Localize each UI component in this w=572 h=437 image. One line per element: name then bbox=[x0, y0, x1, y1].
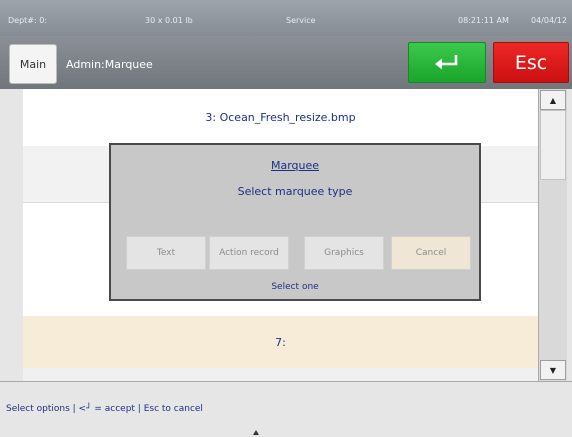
time-indicator: 08:21:11 AM bbox=[458, 16, 509, 25]
dialog-title: Marquee bbox=[270, 159, 320, 172]
list-item[interactable]: 3: Ocean_Fresh_resize.bmp bbox=[23, 89, 538, 147]
dialog-message: Select marquee type bbox=[237, 185, 353, 198]
triangle-up-icon: ▲ bbox=[549, 95, 557, 105]
status-bar: Dept#: 0: 30 x 0.01 lb Service 08:21:11 … bbox=[0, 0, 572, 36]
breadcrumb: Admin:Marquee bbox=[66, 58, 153, 71]
list-item[interactable] bbox=[23, 368, 538, 381]
dialog-hint: Select one bbox=[271, 282, 319, 292]
scroll-down-button[interactable]: ▼ bbox=[540, 360, 566, 380]
marquee-dialog: Marquee Select marquee type Text Action … bbox=[109, 143, 481, 301]
graphics-button[interactable]: Graphics bbox=[304, 236, 384, 270]
enter-arrow-icon bbox=[435, 55, 458, 70]
scrollbar-thumb[interactable] bbox=[540, 110, 566, 180]
scroll-up-button[interactable]: ▲ bbox=[540, 90, 566, 110]
pointer-cursor-icon bbox=[253, 430, 259, 435]
enter-button[interactable] bbox=[408, 42, 486, 83]
cancel-button[interactable]: Cancel bbox=[391, 236, 471, 270]
header-bar: Main Admin:Marquee Esc bbox=[0, 36, 572, 89]
mode-indicator: Service bbox=[286, 16, 316, 25]
divider bbox=[0, 381, 572, 382]
date-indicator: 04/04/12 bbox=[531, 16, 567, 25]
list-item-selected[interactable]: 7: bbox=[23, 316, 538, 369]
action-record-button[interactable]: Action record bbox=[209, 236, 289, 270]
weight-indicator: 30 x 0.01 lb bbox=[145, 16, 193, 25]
text-button[interactable]: Text bbox=[126, 236, 206, 270]
status-line: Select options | <┘ = accept | Esc to ca… bbox=[6, 404, 203, 414]
triangle-down-icon: ▼ bbox=[549, 365, 557, 375]
esc-button[interactable]: Esc bbox=[493, 42, 569, 83]
main-button[interactable]: Main bbox=[9, 44, 57, 84]
dept-indicator: Dept#: 0: bbox=[8, 16, 48, 25]
